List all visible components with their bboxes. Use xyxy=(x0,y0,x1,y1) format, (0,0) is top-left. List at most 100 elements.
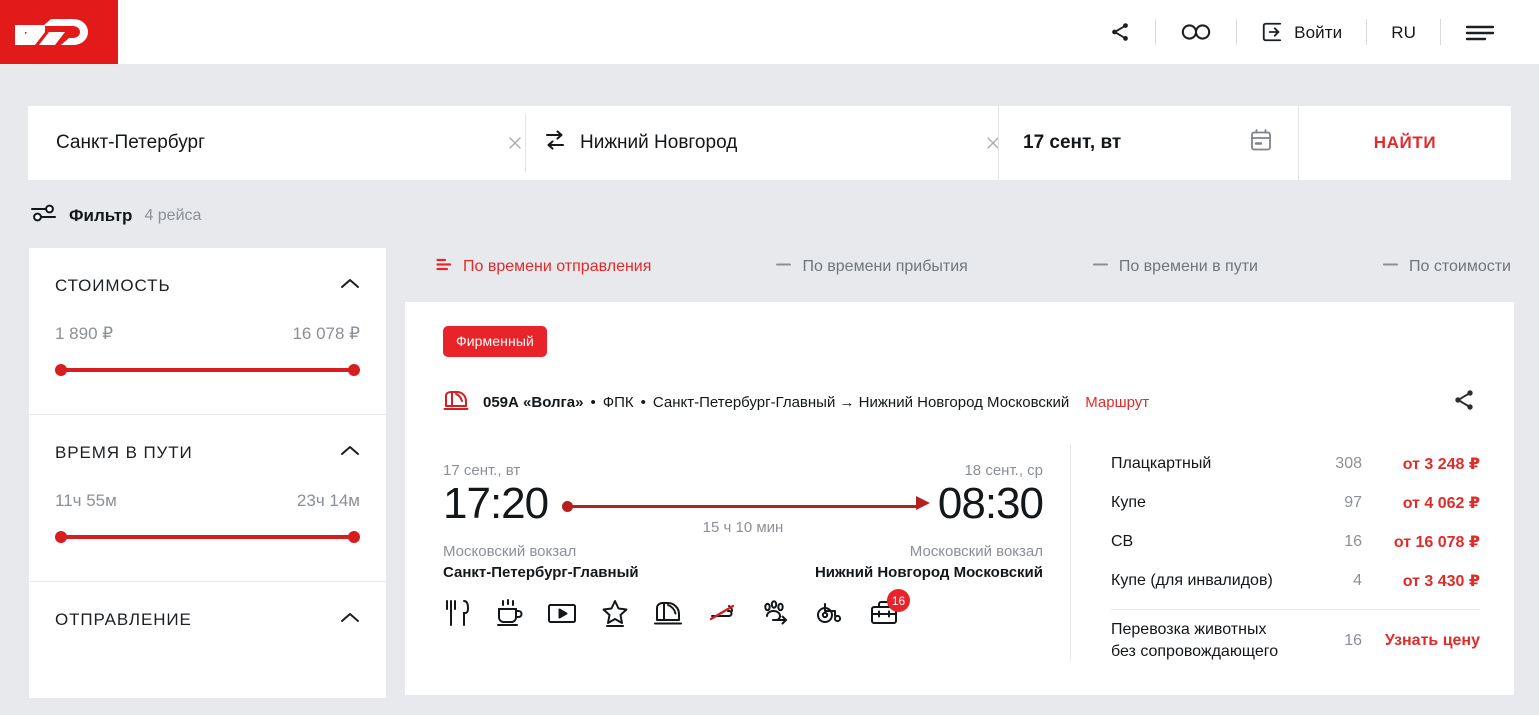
price-table: Плацкартный 308 от 3 248 ₽ Купе 97 от 4 … xyxy=(1070,444,1480,663)
train-route: Санкт-Петербург-Главный → Нижний Новгоро… xyxy=(652,394,1070,411)
to-station-input[interactable]: Нижний Новгород xyxy=(526,106,999,180)
route-link[interactable]: Маршрут xyxy=(1085,394,1149,411)
tab-label: По стоимости xyxy=(1409,258,1511,275)
tab-label: По времени отправления xyxy=(463,258,652,275)
filter-section-duration-header[interactable]: ВРЕМЯ В ПУТИ xyxy=(55,415,360,491)
table-row[interactable]: Купе 97 от 4 062 ₽ xyxy=(1111,483,1480,522)
table-row-animals[interactable]: Перевозка животных без сопровождающего 1… xyxy=(1111,609,1480,662)
trip-duration: 15 ч 10 мин xyxy=(702,519,784,536)
tab-sort-price[interactable]: По стоимости xyxy=(1382,257,1511,277)
clear-from-icon[interactable] xyxy=(504,132,526,154)
table-row[interactable]: Плацкартный 308 от 3 248 ₽ xyxy=(1111,444,1480,483)
slider-knob-max[interactable] xyxy=(348,364,360,376)
filter-section-departure: ОТПРАВЛЕНИЕ xyxy=(29,582,386,698)
seats-count: 308 xyxy=(1335,454,1362,472)
sort-tabs: По времени отправления По времени прибыт… xyxy=(436,252,1511,282)
restaurant-icon[interactable] xyxy=(443,598,471,633)
tab-label: По времени в пути xyxy=(1118,258,1258,275)
filter-toggle[interactable]: Фильтр 4 рейса xyxy=(30,202,201,229)
departure-station-name: Санкт-Петербург-Главный xyxy=(443,564,639,581)
class-price[interactable]: от 4 062 ₽ xyxy=(1362,493,1480,513)
train-header-row: 059А «Волга» • ФПК • Санкт-Петербург-Гла… xyxy=(443,388,1476,417)
train-icon[interactable] xyxy=(653,598,683,633)
to-station-value: Нижний Новгород xyxy=(580,132,738,153)
arrival-station-block: Московский вокзал Нижний Новгород Москов… xyxy=(815,543,1043,581)
table-row[interactable]: СВ 16 от 16 078 ₽ xyxy=(1111,522,1480,561)
calendar-icon[interactable] xyxy=(1250,129,1272,158)
search-submit-button[interactable]: НАЙТИ xyxy=(1298,106,1511,180)
swap-arrows-icon[interactable] xyxy=(544,128,566,158)
header-nav: Войти RU xyxy=(1085,0,1539,64)
arrival-station-sub: Московский вокзал xyxy=(909,543,1043,560)
login-button[interactable]: Войти xyxy=(1237,17,1366,47)
filter-sliders-icon xyxy=(30,202,57,229)
filter-section-title: ВРЕМЯ В ПУТИ xyxy=(55,443,193,462)
no-smoking-icon[interactable] xyxy=(707,598,737,633)
filter-section-price-header[interactable]: СТОИМОСТЬ xyxy=(55,248,360,324)
chevron-up-icon[interactable] xyxy=(340,611,360,629)
slider-knob-max[interactable] xyxy=(348,531,360,543)
tab-sort-arrival-time[interactable]: По времени прибытия xyxy=(775,257,968,277)
price-range-slider[interactable] xyxy=(55,364,360,376)
accessibility-version-button[interactable] xyxy=(1156,17,1236,47)
arrival-station-name: Нижний Новгород Московский xyxy=(814,564,1043,581)
rzd-logo[interactable] xyxy=(0,0,118,64)
animals-seats-count: 16 xyxy=(1344,631,1362,649)
share-icon xyxy=(1109,21,1131,43)
sort-dash-icon xyxy=(1092,257,1109,277)
train-number: 059А «Волга» xyxy=(483,394,584,411)
from-station-input[interactable]: Санкт-Петербург xyxy=(28,106,526,180)
class-name: Купе (для инвалидов) xyxy=(1111,571,1273,589)
chevron-up-icon[interactable] xyxy=(340,444,360,462)
class-name: СВ xyxy=(1111,532,1134,550)
chevron-up-icon[interactable] xyxy=(340,277,360,295)
hot-drinks-icon[interactable] xyxy=(495,598,523,633)
filter-section-departure-header[interactable]: ОТПРАВЛЕНИЕ xyxy=(55,582,360,658)
animals-line-1: Перевозка животных xyxy=(1111,621,1267,638)
class-price[interactable]: от 3 248 ₽ xyxy=(1362,454,1480,474)
menu-button[interactable] xyxy=(1441,17,1495,47)
date-input[interactable]: 17 сент, вт xyxy=(998,106,1298,180)
duration-range-slider[interactable] xyxy=(55,531,360,543)
seats-count: 4 xyxy=(1353,571,1362,589)
share-icon[interactable] xyxy=(1452,388,1476,417)
header-share-button[interactable] xyxy=(1085,17,1155,47)
luggage-count-badge: 16 xyxy=(887,589,910,612)
login-arrow-icon xyxy=(1261,21,1283,43)
search-bar: Санкт-Петербург Нижний Новгород 17 сент,… xyxy=(28,106,1511,180)
table-row[interactable]: Купе (для инвалидов) 4 от 3 430 ₽ xyxy=(1111,561,1480,600)
filter-label: Фильтр xyxy=(69,205,133,225)
seats-count: 16 xyxy=(1344,532,1362,550)
slider-knob-min[interactable] xyxy=(55,531,67,543)
wheelchair-icon[interactable] xyxy=(815,598,845,633)
class-price[interactable]: от 3 430 ₽ xyxy=(1362,571,1480,591)
schedule-stations: Московский вокзал Санкт-Петербург-Главны… xyxy=(443,543,1043,581)
seats-count: 97 xyxy=(1344,493,1362,511)
price-range-values: 1 890 ₽ 16 078 ₽ xyxy=(55,324,360,364)
class-price[interactable]: от 16 078 ₽ xyxy=(1362,532,1480,552)
glasses-icon xyxy=(1180,22,1212,42)
luggage-icon[interactable]: 16 xyxy=(869,589,910,633)
class-name: Плацкартный xyxy=(1111,454,1212,472)
tab-sort-departure-time[interactable]: По времени отправления xyxy=(436,257,651,277)
route-line xyxy=(570,505,918,508)
departure-station-block: Московский вокзал Санкт-Петербург-Главны… xyxy=(443,543,639,581)
from-station-value: Санкт-Петербург xyxy=(56,132,206,153)
arrival-time: 08:30 xyxy=(937,479,1044,528)
train-carrier: ФПК xyxy=(602,394,634,411)
duration-range-values: 11ч 55м 23ч 14м xyxy=(55,491,360,531)
date-value: 17 сент, вт xyxy=(1023,132,1122,153)
tab-sort-duration[interactable]: По времени в пути xyxy=(1092,257,1258,277)
slider-knob-min[interactable] xyxy=(55,364,67,376)
video-icon[interactable] xyxy=(547,598,577,633)
route-arrowhead xyxy=(915,496,930,510)
sort-dash-icon xyxy=(775,257,792,277)
pets-icon[interactable] xyxy=(761,598,791,633)
train-separator: • xyxy=(640,394,646,411)
schedule-times: 17:20 15 ч 10 мин 08:30 xyxy=(443,479,1044,536)
language-switcher[interactable]: RU xyxy=(1367,17,1440,47)
hamburger-menu-icon xyxy=(1465,22,1495,42)
language-label: RU xyxy=(1391,22,1416,42)
animals-price-link[interactable]: Узнать цену xyxy=(1362,632,1480,650)
star-icon[interactable] xyxy=(601,598,629,633)
